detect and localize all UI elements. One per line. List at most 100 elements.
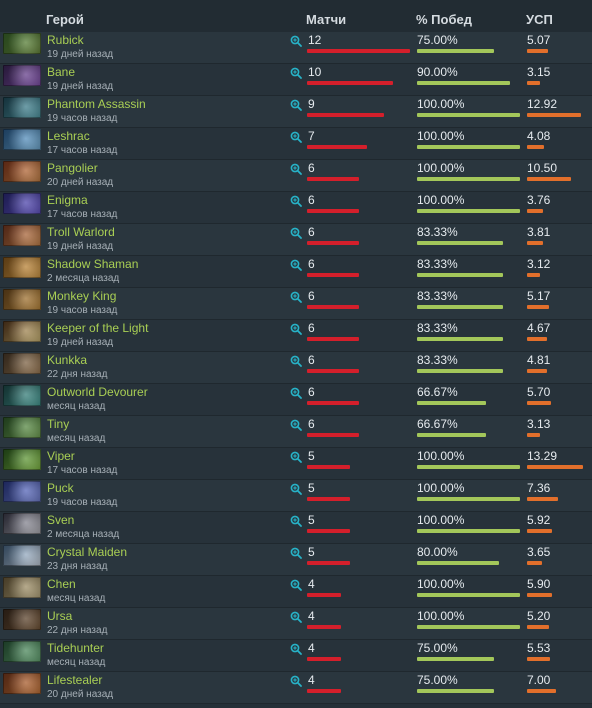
search-zoom-icon[interactable] bbox=[290, 643, 302, 655]
winrate-value: 80.00% bbox=[417, 545, 458, 559]
table-row[interactable]: Puck 19 часов назад 5 100.00% 7.36 bbox=[0, 480, 592, 512]
hero-portrait[interactable] bbox=[3, 289, 41, 310]
search-zoom-icon[interactable] bbox=[290, 67, 302, 79]
hero-name-link[interactable]: Puck bbox=[47, 481, 74, 495]
search-zoom-icon[interactable] bbox=[290, 355, 302, 367]
kda-bar bbox=[527, 241, 543, 245]
search-zoom-icon[interactable] bbox=[290, 99, 302, 111]
column-header-matches[interactable]: Матчи bbox=[306, 12, 346, 27]
hero-name-link[interactable]: Leshrac bbox=[47, 129, 90, 143]
search-zoom-icon[interactable] bbox=[290, 451, 302, 463]
hero-portrait[interactable] bbox=[3, 321, 41, 342]
table-row[interactable]: Crystal Maiden 23 дня назад 5 80.00% 3.65 bbox=[0, 544, 592, 576]
hero-portrait[interactable] bbox=[3, 33, 41, 54]
hero-table-body: Rubick 19 дней назад 12 75.00% 5.07 Bane 19 дн… bbox=[0, 32, 592, 704]
hero-portrait[interactable] bbox=[3, 609, 41, 630]
hero-portrait[interactable] bbox=[3, 641, 41, 662]
hero-name-link[interactable]: Viper bbox=[47, 449, 75, 463]
hero-name-link[interactable]: Rubick bbox=[47, 33, 84, 47]
matches-bar bbox=[307, 49, 410, 53]
hero-name-link[interactable]: Tidehunter bbox=[47, 641, 104, 655]
search-zoom-icon[interactable] bbox=[290, 323, 302, 335]
table-row[interactable]: Kunkka 22 дня назад 6 83.33% 4.81 bbox=[0, 352, 592, 384]
kda-bar bbox=[527, 561, 542, 565]
hero-portrait[interactable] bbox=[3, 417, 41, 438]
kda-value: 3.12 bbox=[527, 257, 551, 271]
table-row[interactable]: Pangolier 20 дней назад 6 100.00% 10.50 bbox=[0, 160, 592, 192]
search-zoom-icon[interactable] bbox=[290, 35, 302, 47]
hero-portrait[interactable] bbox=[3, 97, 41, 118]
search-zoom-icon[interactable] bbox=[290, 611, 302, 623]
search-zoom-icon[interactable] bbox=[290, 291, 302, 303]
hero-portrait[interactable] bbox=[3, 481, 41, 502]
hero-portrait[interactable] bbox=[3, 545, 41, 566]
search-zoom-icon[interactable] bbox=[290, 131, 302, 143]
hero-portrait[interactable] bbox=[3, 385, 41, 406]
table-row[interactable]: Monkey King 19 часов назад 6 83.33% 5.17 bbox=[0, 288, 592, 320]
hero-name-link[interactable]: Ursa bbox=[47, 609, 72, 623]
table-row[interactable]: Enigma 17 часов назад 6 100.00% 3.76 bbox=[0, 192, 592, 224]
hero-name-link[interactable]: Kunkka bbox=[47, 353, 87, 367]
hero-name-link[interactable]: Outworld Devourer bbox=[47, 385, 148, 399]
hero-portrait[interactable] bbox=[3, 673, 41, 694]
hero-name-link[interactable]: Enigma bbox=[47, 193, 88, 207]
last-played-time: месяц назад bbox=[47, 593, 106, 604]
hero-portrait[interactable] bbox=[3, 353, 41, 374]
column-header-winrate[interactable]: % Побед bbox=[416, 12, 472, 27]
hero-name-link[interactable]: Monkey King bbox=[47, 289, 116, 303]
search-zoom-icon[interactable] bbox=[290, 163, 302, 175]
hero-name-link[interactable]: Tiny bbox=[47, 417, 69, 431]
search-zoom-icon[interactable] bbox=[290, 259, 302, 271]
hero-name-link[interactable]: Troll Warlord bbox=[47, 225, 115, 239]
table-row[interactable]: Sven 2 месяца назад 5 100.00% 5.92 bbox=[0, 512, 592, 544]
table-row[interactable]: Bane 19 дней назад 10 90.00% 3.15 bbox=[0, 64, 592, 96]
table-row[interactable]: Outworld Devourer месяц назад 6 66.67% 5.70 bbox=[0, 384, 592, 416]
search-zoom-icon[interactable] bbox=[290, 419, 302, 431]
hero-name-link[interactable]: Lifestealer bbox=[47, 673, 102, 687]
table-row[interactable]: Tidehunter месяц назад 4 75.00% 5.53 bbox=[0, 640, 592, 672]
hero-portrait[interactable] bbox=[3, 449, 41, 470]
search-zoom-icon[interactable] bbox=[290, 483, 302, 495]
table-row[interactable]: Leshrac 17 часов назад 7 100.00% 4.08 bbox=[0, 128, 592, 160]
hero-name-link[interactable]: Crystal Maiden bbox=[47, 545, 127, 559]
search-zoom-icon[interactable] bbox=[290, 675, 302, 687]
hero-portrait[interactable] bbox=[3, 65, 41, 86]
hero-portrait[interactable] bbox=[3, 161, 41, 182]
table-row[interactable]: Chen месяц назад 4 100.00% 5.90 bbox=[0, 576, 592, 608]
hero-portrait[interactable] bbox=[3, 193, 41, 214]
search-zoom-icon[interactable] bbox=[290, 387, 302, 399]
search-zoom-icon[interactable] bbox=[290, 515, 302, 527]
hero-portrait[interactable] bbox=[3, 129, 41, 150]
table-row[interactable]: Rubick 19 дней назад 12 75.00% 5.07 bbox=[0, 32, 592, 64]
table-row[interactable]: Ursa 22 дня назад 4 100.00% 5.20 bbox=[0, 608, 592, 640]
hero-portrait[interactable] bbox=[3, 225, 41, 246]
search-zoom-icon[interactable] bbox=[290, 227, 302, 239]
hero-portrait[interactable] bbox=[3, 577, 41, 598]
kda-bar bbox=[527, 49, 548, 53]
hero-portrait[interactable] bbox=[3, 257, 41, 278]
table-row[interactable]: Phantom Assassin 19 часов назад 9 100.00% 12… bbox=[0, 96, 592, 128]
kda-value: 7.36 bbox=[527, 481, 551, 495]
table-row[interactable]: Troll Warlord 19 дней назад 6 83.33% 3.81 bbox=[0, 224, 592, 256]
table-row[interactable]: Viper 17 часов назад 5 100.00% 13.29 bbox=[0, 448, 592, 480]
last-played-time: месяц назад bbox=[47, 433, 106, 444]
winrate-bar bbox=[417, 177, 520, 181]
column-header-kda[interactable]: УСП bbox=[526, 12, 553, 27]
matches-count: 5 bbox=[308, 449, 315, 463]
column-header-hero[interactable]: Герой bbox=[46, 12, 84, 27]
hero-portrait[interactable] bbox=[3, 513, 41, 534]
table-row[interactable]: Shadow Shaman 2 месяца назад 6 83.33% 3.12 bbox=[0, 256, 592, 288]
hero-name-link[interactable]: Pangolier bbox=[47, 161, 98, 175]
search-zoom-icon[interactable] bbox=[290, 195, 302, 207]
table-row[interactable]: Tiny месяц назад 6 66.67% 3.13 bbox=[0, 416, 592, 448]
hero-name-link[interactable]: Sven bbox=[47, 513, 74, 527]
hero-name-link[interactable]: Phantom Assassin bbox=[47, 97, 146, 111]
hero-name-link[interactable]: Chen bbox=[47, 577, 76, 591]
hero-name-link[interactable]: Shadow Shaman bbox=[47, 257, 138, 271]
table-row[interactable]: Lifestealer 20 дней назад 4 75.00% 7.00 bbox=[0, 672, 592, 704]
hero-name-link[interactable]: Bane bbox=[47, 65, 75, 79]
search-zoom-icon[interactable] bbox=[290, 579, 302, 591]
hero-name-link[interactable]: Keeper of the Light bbox=[47, 321, 148, 335]
table-row[interactable]: Keeper of the Light 19 дней назад 6 83.33% 4… bbox=[0, 320, 592, 352]
search-zoom-icon[interactable] bbox=[290, 547, 302, 559]
